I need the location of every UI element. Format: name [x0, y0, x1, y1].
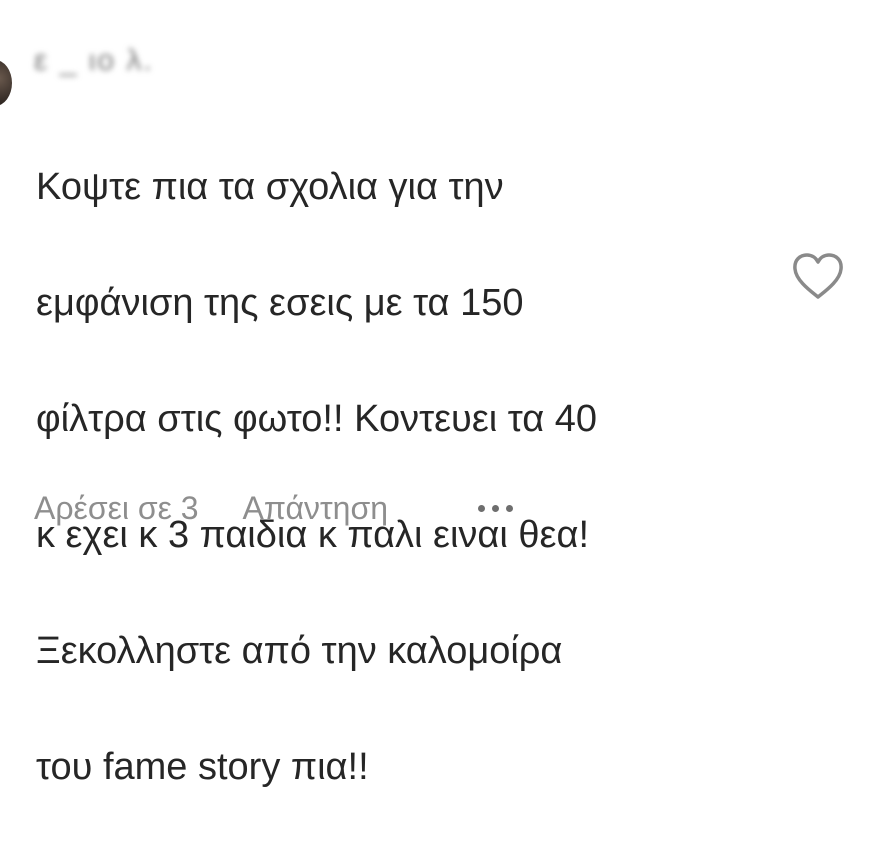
heart-outline-icon	[793, 253, 843, 299]
comment-actions: Αρέσει σε 3 Απάντηση	[34, 486, 513, 530]
comment-text-line: Κοψτε πια τα σχολια για την	[36, 166, 504, 208]
comment-text: Κοψτε πια τα σχολια για την εμφάνιση της…	[36, 100, 796, 854]
comment-item: ε _ ιο λ. Κοψτε πια τα σχολια για την εμ…	[0, 0, 880, 788]
comment-username[interactable]: ε _ ιο λ.	[34, 44, 554, 90]
reply-button[interactable]: Απάντηση	[243, 490, 388, 527]
dot	[491, 504, 499, 512]
dot	[505, 504, 513, 512]
like-button[interactable]	[790, 250, 846, 302]
dot	[477, 504, 485, 512]
comment-text-line: φίλτρα στις φωτο!! Κοντευει τα 40	[36, 398, 598, 440]
comment-text-line: εμφάνιση της εσεις με τα 150	[36, 282, 524, 324]
likes-count-link[interactable]: Αρέσει σε 3	[34, 490, 199, 527]
comment-text-line: του fame story πια!!	[36, 746, 369, 788]
avatar[interactable]	[0, 60, 12, 106]
more-options-icon[interactable]	[477, 498, 513, 518]
comment-text-line: Ξεκολληστε από την καλομοίρα	[36, 630, 563, 672]
